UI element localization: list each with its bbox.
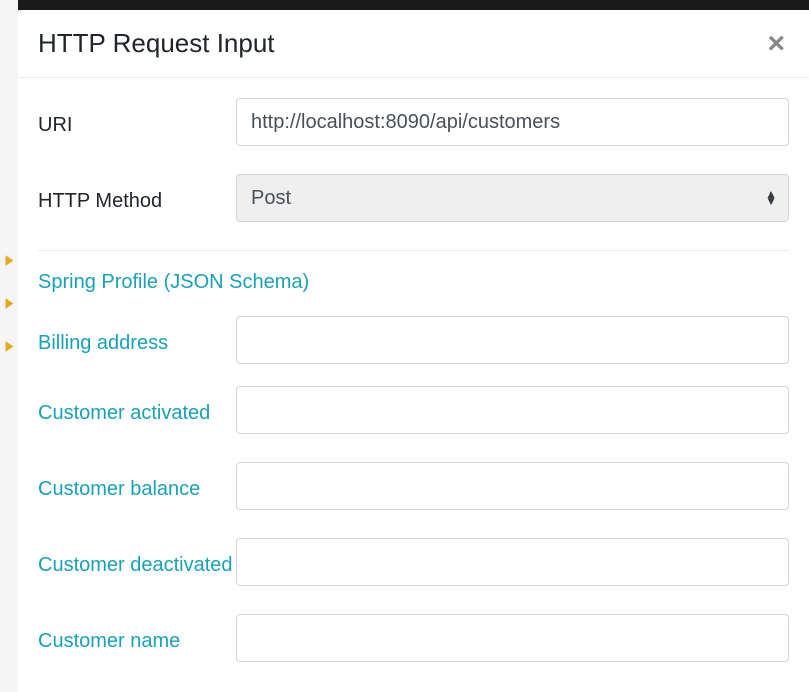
modal-body: URI HTTP Method Post ▲▼ Spring Profile (… <box>18 78 809 662</box>
fold-arrow-icon <box>0 336 18 356</box>
customer-name-label: Customer name <box>38 614 236 656</box>
uri-label: URI <box>38 98 236 140</box>
http-method-row: HTTP Method Post ▲▼ <box>38 174 789 222</box>
fold-arrow-icon <box>0 293 18 313</box>
billing-address-label: Billing address <box>38 316 236 358</box>
customer-balance-row: Customer balance <box>38 462 789 510</box>
http-request-input-modal: HTTP Request Input × URI HTTP Method Pos… <box>18 10 809 692</box>
modal-title: HTTP Request Input <box>38 28 275 59</box>
background-gutter <box>0 0 18 692</box>
http-method-label: HTTP Method <box>38 174 236 216</box>
section-divider <box>38 250 789 251</box>
customer-activated-input[interactable] <box>236 386 789 434</box>
spring-profile-link[interactable]: Spring Profile (JSON Schema) <box>38 271 789 294</box>
close-icon: × <box>767 27 785 60</box>
fold-arrow-icon <box>0 250 18 270</box>
close-button[interactable]: × <box>763 29 789 59</box>
uri-input[interactable] <box>236 98 789 146</box>
modal-header: HTTP Request Input × <box>18 10 809 78</box>
customer-activated-label: Customer activated <box>38 386 236 428</box>
customer-balance-input[interactable] <box>236 462 789 510</box>
customer-deactivated-row: Customer deactivated <box>38 538 789 586</box>
billing-address-input[interactable] <box>236 316 789 364</box>
customer-activated-row: Customer activated <box>38 386 789 434</box>
customer-name-row: Customer name <box>38 614 789 662</box>
billing-address-row: Billing address <box>38 316 789 364</box>
http-method-select[interactable]: Post <box>236 174 789 222</box>
customer-deactivated-label: Customer deactivated <box>38 538 236 580</box>
customer-name-input[interactable] <box>236 614 789 662</box>
customer-deactivated-input[interactable] <box>236 538 789 586</box>
window-titlebar <box>0 0 809 10</box>
customer-balance-label: Customer balance <box>38 462 236 504</box>
uri-row: URI <box>38 98 789 146</box>
